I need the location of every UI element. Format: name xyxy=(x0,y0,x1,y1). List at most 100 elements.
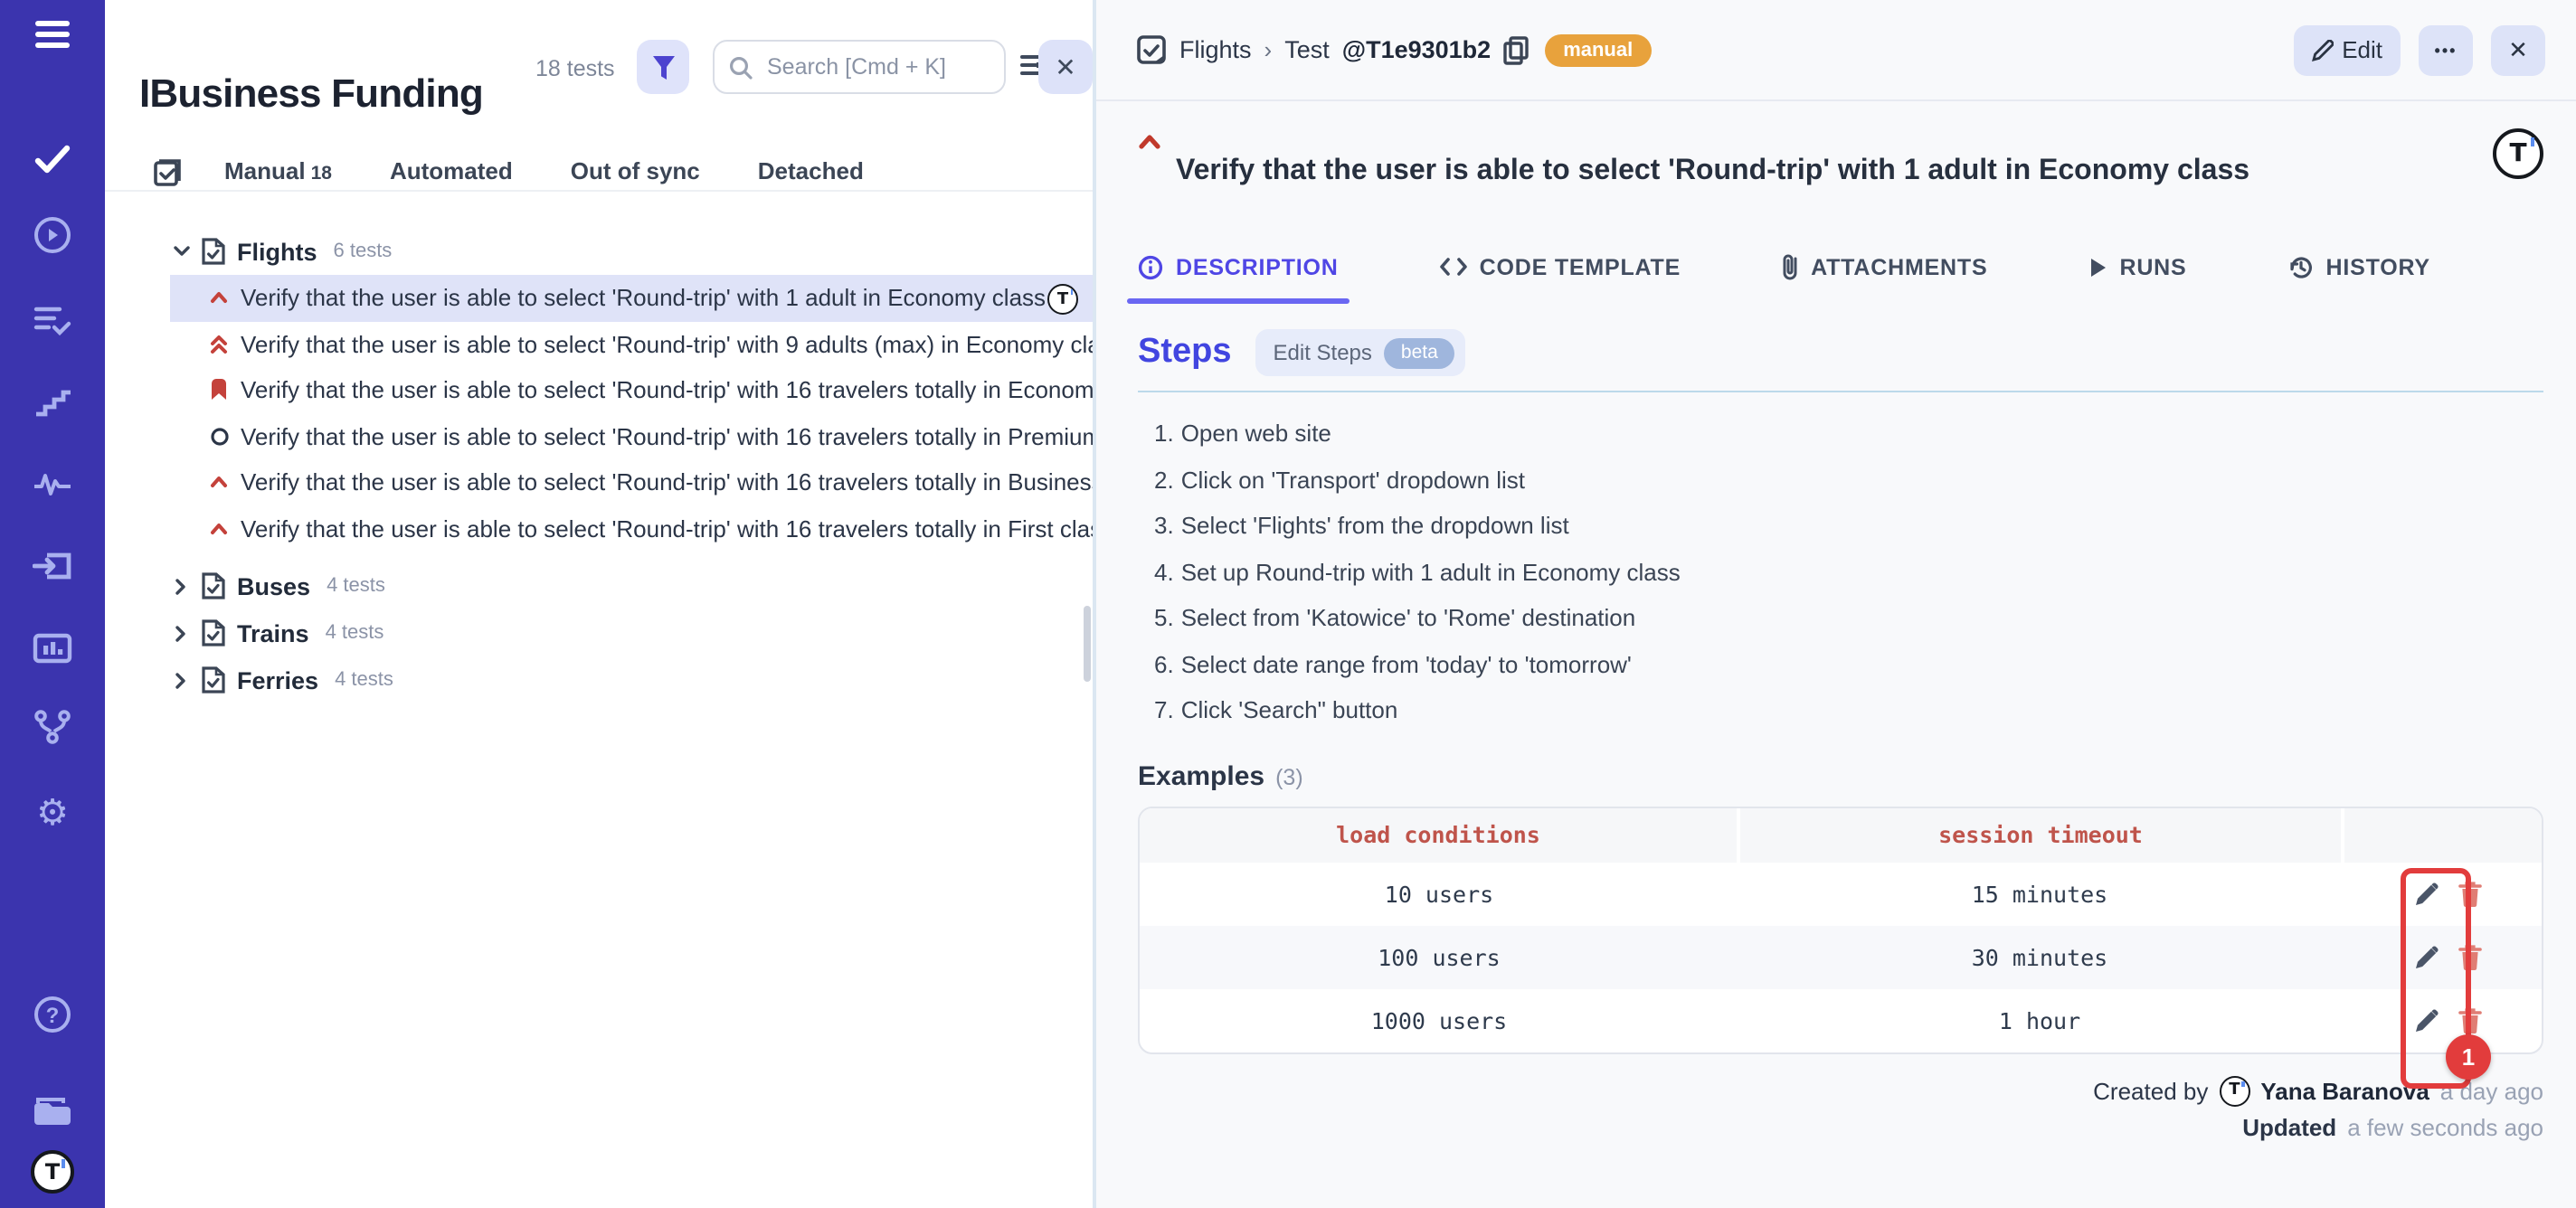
tab-history[interactable]: HISTORY xyxy=(2288,253,2430,280)
steps-stairs-icon[interactable] xyxy=(31,382,74,425)
project-title: IBusiness Funding xyxy=(139,70,483,117)
help-icon[interactable]: ? xyxy=(31,993,74,1036)
example-row: 1000 users1 hour xyxy=(1140,988,2542,1052)
chevron-down-icon[interactable] xyxy=(172,246,190,257)
copy-icon[interactable] xyxy=(1503,35,1529,64)
step-text: Open web site xyxy=(1181,420,1331,448)
chevron-right-icon[interactable] xyxy=(172,672,190,688)
sidebar: ⚙ ? T xyxy=(0,0,105,1208)
folder-trains[interactable]: Trains4 tests xyxy=(105,609,1093,656)
tab-code-template[interactable]: CODE TEMPLATE xyxy=(1440,253,1681,280)
settings-gear-icon[interactable]: ⚙ xyxy=(31,792,74,835)
chevron-right-icon[interactable] xyxy=(172,578,190,594)
priority-high-icon xyxy=(208,523,230,535)
tab-manual[interactable]: Manual18 xyxy=(224,157,332,184)
step-number: 4. xyxy=(1154,559,1174,586)
test-item-label: Verify that the user is able to select '… xyxy=(241,515,1093,543)
tests-panel: IBusiness Funding 18 tests ✕ Manual18 Aut… xyxy=(105,0,1093,1208)
tab-runs[interactable]: RUNS xyxy=(2088,253,2186,280)
branches-git-icon[interactable] xyxy=(31,705,74,749)
column-header: session timeout xyxy=(1740,807,2341,862)
row-actions xyxy=(2341,862,2542,925)
panel-close-button[interactable]: ✕ xyxy=(1038,40,1093,94)
folder-buses[interactable]: Buses4 tests xyxy=(105,562,1093,609)
edit-row-icon[interactable] xyxy=(2413,943,2440,970)
tab-attachments[interactable]: ATTACHMENTS xyxy=(1782,253,1987,280)
step-text: Select from 'Katowice' to 'Rome' destina… xyxy=(1181,605,1636,632)
edit-row-icon[interactable] xyxy=(2413,880,2440,907)
delete-row-icon[interactable] xyxy=(2458,943,2482,970)
test-tree-item[interactable]: Verify that the user is able to select '… xyxy=(170,367,1093,413)
tab-detached[interactable]: Detached xyxy=(758,157,864,184)
breadcrumb-bar: Flights › Test @T1e9301b2 manual Edit ••… xyxy=(1096,0,2576,101)
delete-row-icon[interactable] xyxy=(2458,1006,2482,1033)
projects-folder-icon[interactable] xyxy=(31,1090,74,1134)
menu-icon[interactable] xyxy=(31,13,74,56)
edit-row-icon[interactable] xyxy=(2413,1006,2440,1033)
test-tree: Flights 6 tests Verify that the user is ab… xyxy=(105,228,1093,703)
edit-steps-label: Edit Steps xyxy=(1274,340,1372,365)
detail-actions: Edit ••• ✕ xyxy=(2293,24,2545,75)
tests-filter-tabs: Manual18 Automated Out of sync Detached xyxy=(105,152,1093,192)
step-text: Select date range from 'today' to 'tomor… xyxy=(1181,651,1632,678)
tab-automated[interactable]: Automated xyxy=(390,157,513,184)
tab-label: RUNS xyxy=(2119,254,2186,279)
folder-ferries[interactable]: Ferries4 tests xyxy=(105,656,1093,703)
test-id: @T1e9301b2 xyxy=(1342,36,1491,63)
tab-label: Out of sync xyxy=(571,157,700,184)
detail-tabs: DESCRIPTION CODE TEMPLATE ATTACHMENTS RUNS H… xyxy=(1138,253,2543,304)
steps-heading: Steps xyxy=(1138,333,1232,373)
step-item: 3.Select 'Flights' from the dropdown lis… xyxy=(1138,503,2543,549)
priority-high-icon xyxy=(1138,134,1161,150)
tab-description[interactable]: DESCRIPTION xyxy=(1138,253,1339,280)
tab-label: Automated xyxy=(390,157,513,184)
test-tree-item[interactable]: Verify that the user is able to select '… xyxy=(170,321,1093,367)
testomat-logo-icon: T xyxy=(2493,128,2543,179)
tab-out-of-sync[interactable]: Out of sync xyxy=(571,157,700,184)
example-cell: 100 users xyxy=(1140,925,1738,988)
test-tree-item[interactable]: Verify that the user is able to select '… xyxy=(170,275,1093,321)
filter-button[interactable] xyxy=(637,40,689,94)
test-tree-item[interactable]: Verify that the user is able to select '… xyxy=(170,459,1093,505)
edit-steps-button[interactable]: Edit Steps beta xyxy=(1255,329,1465,376)
folder-name: Flights xyxy=(237,238,317,265)
tree-scrollbar[interactable] xyxy=(1084,606,1091,682)
edit-button[interactable]: Edit xyxy=(2293,24,2401,75)
close-detail-button[interactable]: ✕ xyxy=(2491,24,2545,75)
breadcrumb-folder[interactable]: Flights xyxy=(1179,36,1252,63)
creator-name: Yana Baranova xyxy=(2260,1077,2429,1104)
tests-check-icon[interactable] xyxy=(31,137,74,181)
search-input[interactable] xyxy=(763,52,990,81)
tests-count: 18 tests xyxy=(535,56,615,81)
examples-heading: Examples xyxy=(1138,760,1264,791)
test-tree-item[interactable]: Verify that the user is able to select '… xyxy=(170,413,1093,459)
folder-flights[interactable]: Flights 6 tests xyxy=(105,228,1093,275)
logo-avatar[interactable]: T xyxy=(31,1150,74,1194)
tab-label: CODE TEMPLATE xyxy=(1480,254,1681,279)
plans-list-check-icon[interactable] xyxy=(31,298,74,342)
example-cell: 1000 users xyxy=(1140,988,1738,1052)
test-detail-panel: Flights › Test @T1e9301b2 manual Edit ••… xyxy=(1093,0,2576,1208)
delete-row-icon[interactable] xyxy=(2458,880,2482,907)
svg-text:?: ? xyxy=(46,1004,60,1028)
suite-file-icon xyxy=(201,571,226,600)
pencil-icon xyxy=(2311,39,2333,61)
import-arrow-icon[interactable] xyxy=(31,544,74,588)
test-tree-item[interactable]: Verify that the user is able to select '… xyxy=(170,505,1093,552)
analytics-pulse-icon[interactable] xyxy=(31,461,74,505)
step-item: 6.Select date range from 'today' to 'tom… xyxy=(1138,641,2543,687)
reports-chart-icon[interactable] xyxy=(31,626,74,669)
folder-name: Buses xyxy=(237,572,310,599)
test-item-label: Verify that the user is able to select '… xyxy=(241,285,1093,312)
step-number: 1. xyxy=(1154,420,1174,448)
suite-file-icon xyxy=(201,237,226,266)
tab-label: DESCRIPTION xyxy=(1176,254,1339,279)
more-button[interactable]: ••• xyxy=(2419,24,2473,75)
chevron-right-icon[interactable] xyxy=(172,625,190,641)
updated-label: Updated xyxy=(2242,1113,2336,1140)
runs-play-icon[interactable] xyxy=(31,213,74,257)
example-row: 10 users15 minutes xyxy=(1140,862,2542,925)
actions-column-header xyxy=(2344,807,2542,862)
created-by-label: Created by xyxy=(2093,1077,2208,1104)
folder-test-count: 6 tests xyxy=(334,241,393,262)
